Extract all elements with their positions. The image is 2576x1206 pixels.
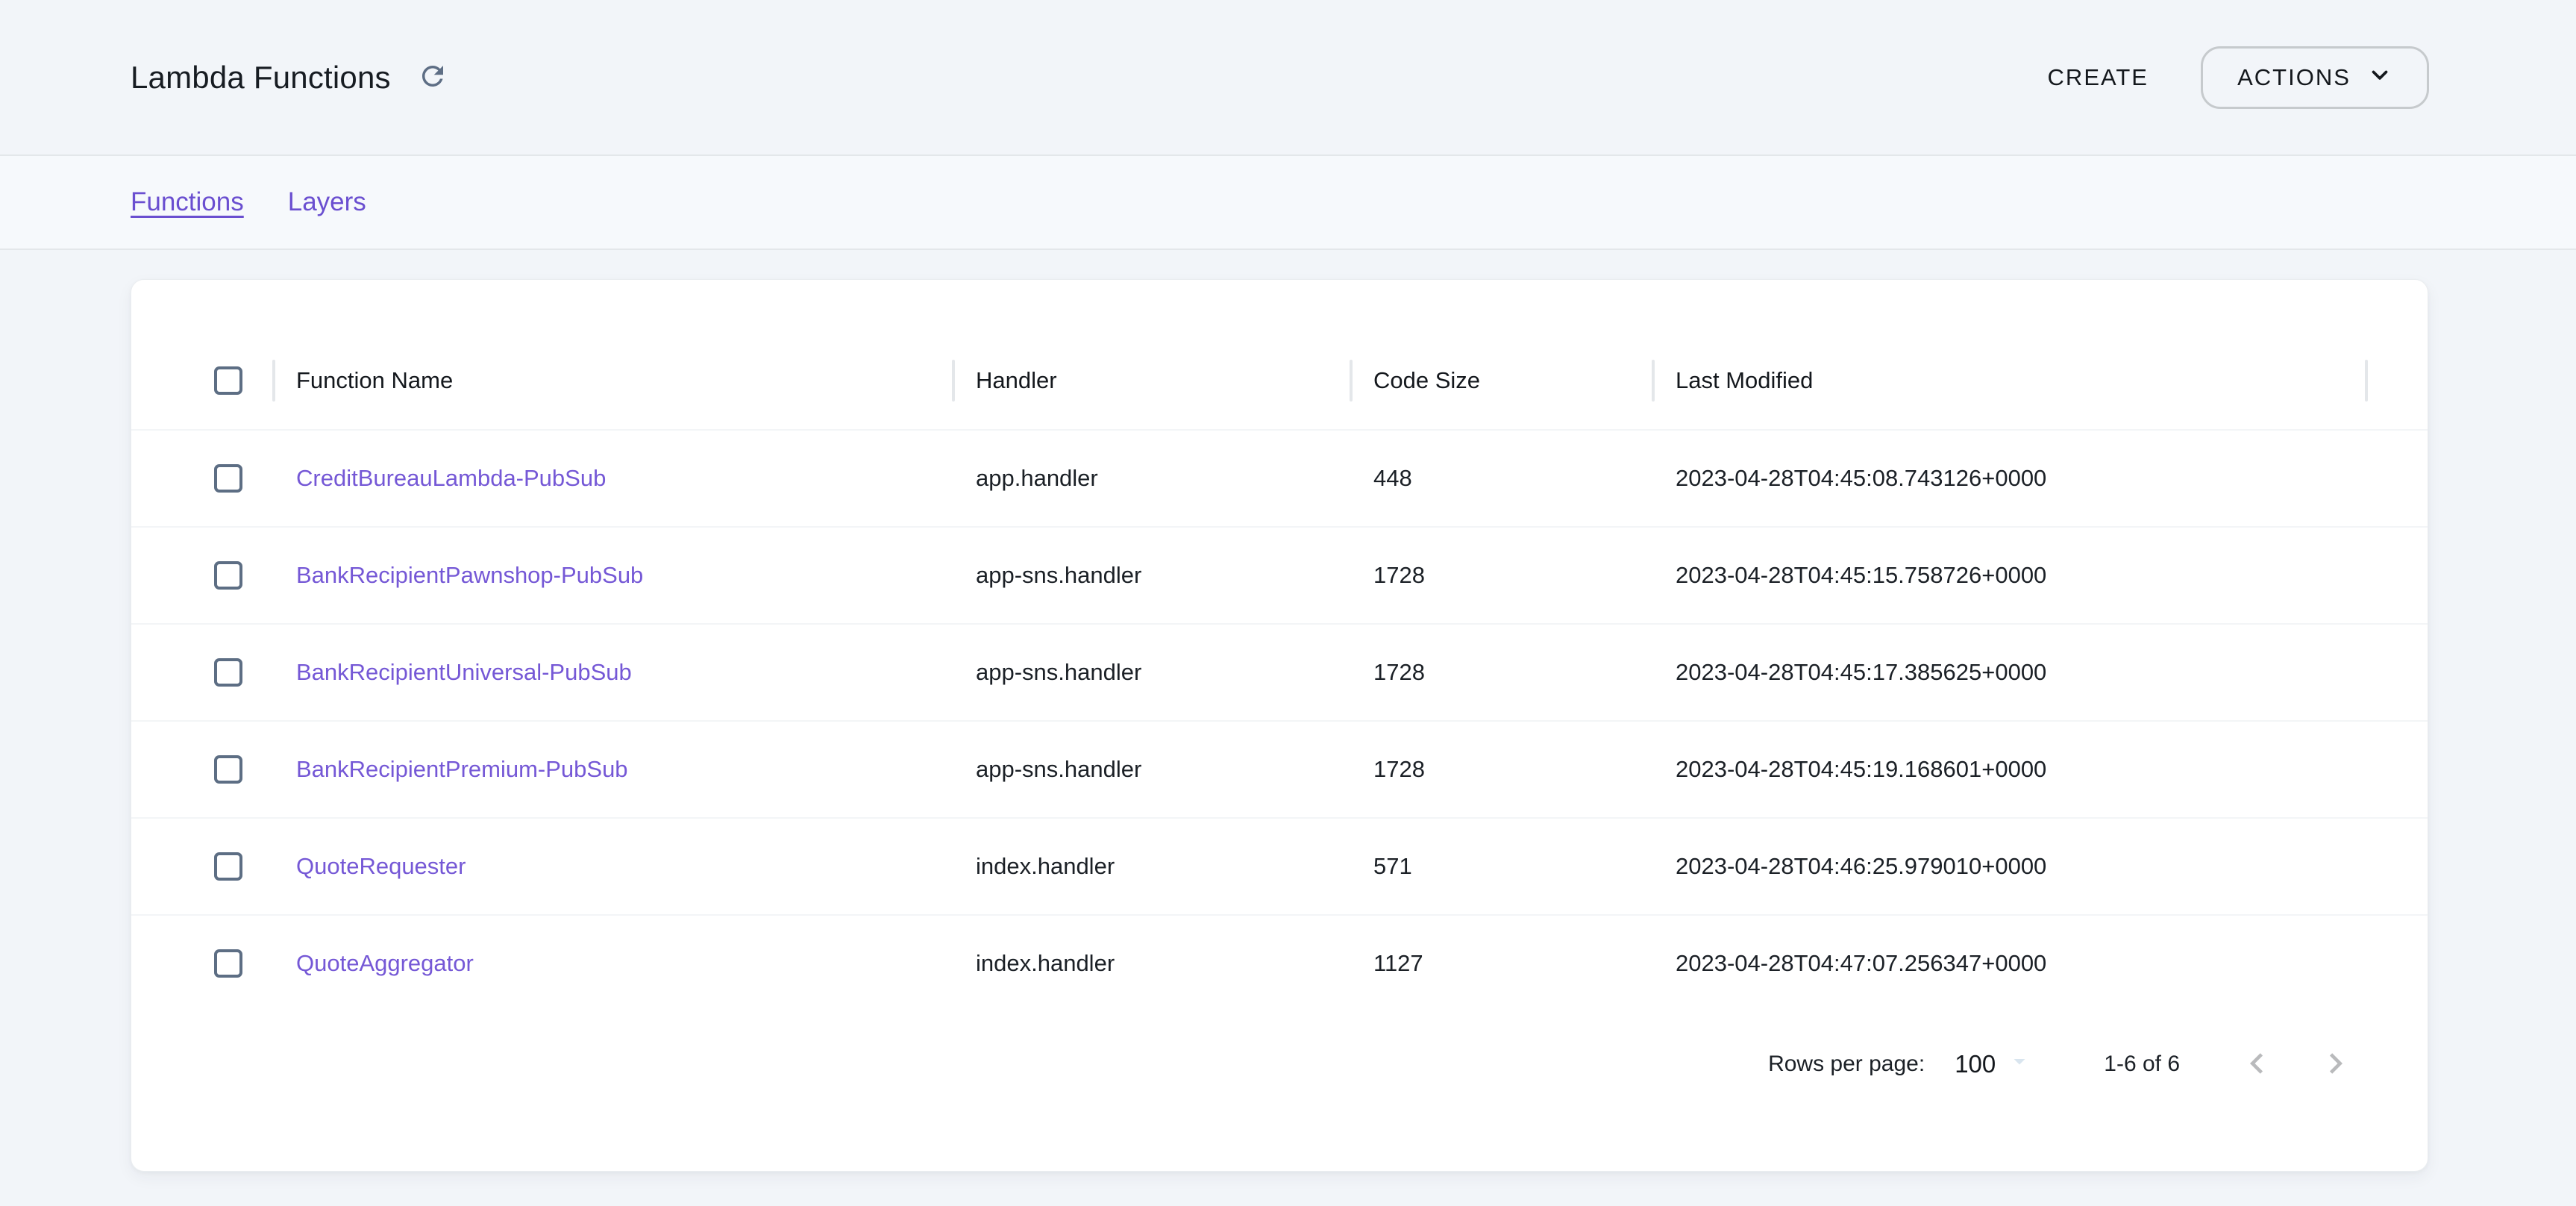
row-checkbox[interactable] — [214, 464, 242, 493]
previous-page-button[interactable] — [2240, 1047, 2274, 1081]
row-checkbox[interactable] — [214, 852, 242, 881]
functions-table-card: Function Name Handler Code Size Last Mod… — [131, 279, 2428, 1172]
tab-layers[interactable]: Layers — [288, 187, 366, 217]
code-size-cell: 1728 — [1351, 659, 1653, 686]
last-modified-cell: 2023-04-28T04:45:19.168601+0000 — [1653, 756, 2368, 783]
tab-functions[interactable]: Functions — [131, 187, 244, 217]
handler-cell: app-sns.handler — [953, 659, 1351, 686]
code-size-cell: 571 — [1351, 853, 1653, 880]
row-checkbox[interactable] — [214, 658, 242, 687]
column-header-function-name: Function Name — [274, 367, 953, 394]
function-name-link[interactable]: BankRecipientPremium-PubSub — [296, 756, 628, 782]
code-size-cell: 1127 — [1351, 950, 1653, 977]
rows-per-page-value: 100 — [1955, 1050, 1996, 1078]
row-checkbox[interactable] — [214, 755, 242, 784]
handler-cell: index.handler — [953, 950, 1351, 977]
handler-cell: app-sns.handler — [953, 562, 1351, 589]
chevron-right-icon — [2319, 1046, 2353, 1083]
table-row: BankRecipientPawnshop-PubSub app-sns.han… — [131, 526, 2428, 623]
actions-button-label: ACTIONS — [2237, 64, 2351, 91]
table-header-row: Function Name Handler Code Size Last Mod… — [131, 332, 2428, 429]
tab-bar: Functions Layers — [0, 154, 2576, 250]
select-all-checkbox[interactable] — [214, 366, 242, 395]
table-row: BankRecipientPremium-PubSub app-sns.hand… — [131, 720, 2428, 817]
handler-cell: app-sns.handler — [953, 756, 1351, 783]
handler-cell: index.handler — [953, 853, 1351, 880]
create-button[interactable]: CREATE — [2042, 51, 2154, 104]
last-modified-cell: 2023-04-28T04:45:08.743126+0000 — [1653, 465, 2368, 492]
code-size-cell: 1728 — [1351, 562, 1653, 589]
rows-per-page-label: Rows per page: — [1768, 1052, 1925, 1077]
last-modified-cell: 2023-04-28T04:46:25.979010+0000 — [1653, 853, 2368, 880]
chevron-down-icon — [2367, 62, 2392, 93]
handler-cell: app.handler — [953, 465, 1351, 492]
pagination-bar: Rows per page: 100 1-6 of 6 — [131, 1027, 2428, 1102]
last-modified-cell: 2023-04-28T04:47:07.256347+0000 — [1653, 950, 2368, 977]
dropdown-arrow-icon — [1996, 1048, 2033, 1081]
last-modified-cell: 2023-04-28T04:45:15.758726+0000 — [1653, 562, 2368, 589]
next-page-button[interactable] — [2319, 1047, 2353, 1081]
refresh-button[interactable] — [415, 60, 451, 96]
row-checkbox[interactable] — [214, 561, 242, 590]
function-name-link[interactable]: BankRecipientUniversal-PubSub — [296, 659, 632, 685]
last-modified-cell: 2023-04-28T04:45:17.385625+0000 — [1653, 659, 2368, 686]
actions-button[interactable]: ACTIONS — [2201, 46, 2429, 109]
code-size-cell: 448 — [1351, 465, 1653, 492]
page-title: Lambda Functions — [131, 60, 391, 96]
app-header: Lambda Functions CREATE ACTIONS — [0, 0, 2576, 154]
rows-per-page-select[interactable]: 100 — [1955, 1048, 2033, 1081]
column-header-handler: Handler — [953, 367, 1351, 394]
pagination-range-label: 1-6 of 6 — [2104, 1052, 2180, 1077]
table-row: BankRecipientUniversal-PubSub app-sns.ha… — [131, 623, 2428, 720]
table-row: QuoteRequester index.handler 571 2023-04… — [131, 817, 2428, 914]
code-size-cell: 1728 — [1351, 756, 1653, 783]
table-row: QuoteAggregator index.handler 1127 2023-… — [131, 914, 2428, 1011]
table-row: CreditBureauLambda-PubSub app.handler 44… — [131, 429, 2428, 526]
function-name-link[interactable]: CreditBureauLambda-PubSub — [296, 465, 606, 491]
refresh-icon — [417, 60, 448, 94]
function-name-link[interactable]: QuoteAggregator — [296, 950, 474, 976]
row-checkbox[interactable] — [214, 949, 242, 978]
function-name-link[interactable]: BankRecipientPawnshop-PubSub — [296, 562, 643, 588]
column-header-code-size: Code Size — [1351, 367, 1653, 394]
chevron-left-icon — [2240, 1046, 2274, 1083]
function-name-link[interactable]: QuoteRequester — [296, 853, 466, 879]
column-header-last-modified: Last Modified — [1653, 367, 2368, 394]
